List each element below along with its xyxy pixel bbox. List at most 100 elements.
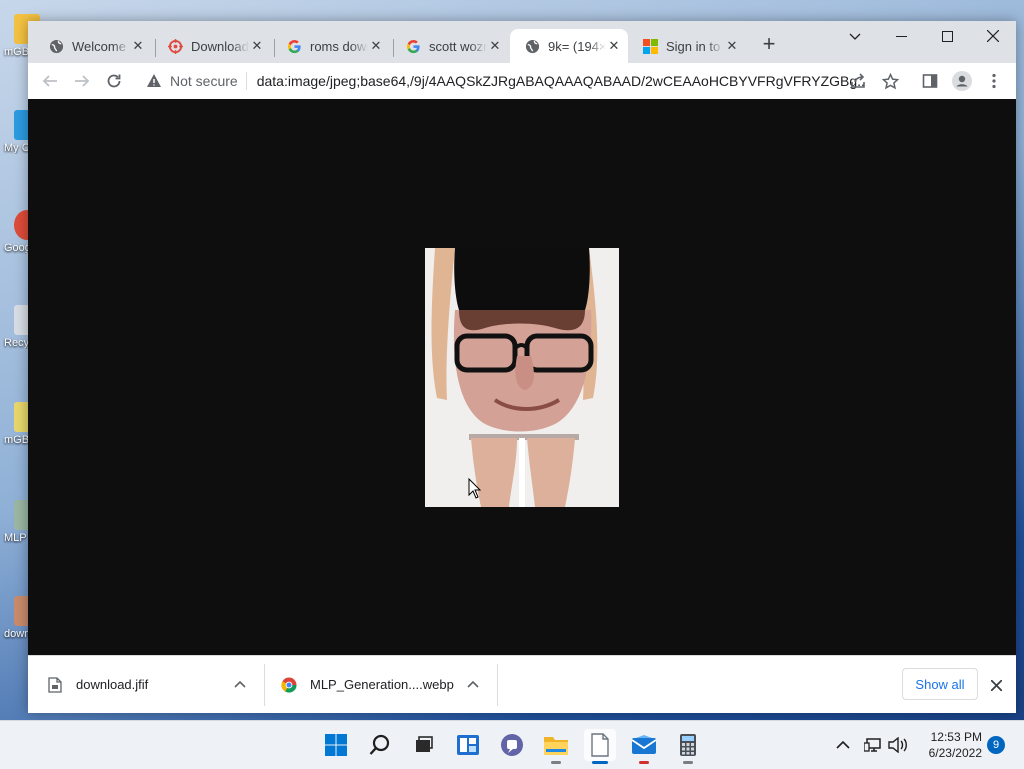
search-button[interactable] bbox=[364, 729, 396, 761]
close-tab-icon[interactable]: ✕ bbox=[368, 38, 384, 54]
tab-strip: Welcome to ✕ Download ✕ roms download ✕ bbox=[28, 21, 1016, 63]
network-icon bbox=[864, 738, 881, 752]
volume-icon-button[interactable] bbox=[888, 721, 908, 769]
teams-chat-button[interactable] bbox=[496, 729, 528, 761]
bookmark-button[interactable] bbox=[878, 69, 902, 93]
download-filename: MLP_Generation....webp bbox=[310, 677, 454, 692]
show-all-downloads-button[interactable]: Show all bbox=[902, 668, 978, 700]
document-icon bbox=[591, 733, 609, 757]
chevron-up-icon bbox=[836, 740, 850, 749]
mouse-cursor-icon bbox=[468, 478, 482, 499]
close-icon bbox=[990, 679, 1002, 691]
running-indicator bbox=[683, 761, 693, 764]
folder-icon bbox=[544, 737, 568, 755]
close-tab-icon[interactable]: ✕ bbox=[606, 38, 622, 54]
download-options-button[interactable] bbox=[232, 676, 248, 692]
site-info-button[interactable]: Not secure bbox=[134, 73, 246, 89]
volume-icon bbox=[888, 737, 907, 753]
target-icon bbox=[167, 38, 183, 54]
back-button[interactable] bbox=[38, 69, 62, 93]
security-label: Not secure bbox=[170, 73, 238, 89]
chevron-up-icon bbox=[234, 680, 246, 688]
close-tab-icon[interactable]: ✕ bbox=[487, 38, 503, 54]
warning-icon bbox=[147, 74, 161, 87]
maximize-icon bbox=[941, 30, 953, 42]
show-hidden-icons-button[interactable] bbox=[836, 721, 850, 769]
minimize-icon bbox=[895, 35, 907, 37]
download-shelf: download.jfif MLP_Generation....webp Sho… bbox=[28, 655, 1016, 713]
download-separator bbox=[497, 664, 498, 706]
globe-icon bbox=[48, 38, 64, 54]
maximize-button[interactable] bbox=[924, 21, 970, 51]
download-options-button[interactable] bbox=[465, 676, 481, 692]
star-icon bbox=[881, 72, 899, 89]
start-button[interactable] bbox=[320, 729, 352, 761]
running-indicator bbox=[551, 761, 561, 764]
close-tab-icon[interactable]: ✕ bbox=[249, 38, 265, 54]
google-icon bbox=[286, 38, 302, 54]
minimize-button[interactable] bbox=[878, 21, 924, 51]
search-icon bbox=[369, 734, 390, 755]
tab-image-active[interactable]: 9k= (194×259) ✕ bbox=[510, 29, 628, 63]
close-tab-icon[interactable]: ✕ bbox=[724, 38, 740, 54]
displayed-image[interactable] bbox=[425, 248, 619, 507]
profile-button[interactable] bbox=[950, 69, 974, 93]
tab-sign-in[interactable]: Sign in to your ✕ bbox=[628, 31, 746, 61]
chrome-icon bbox=[281, 677, 297, 693]
widgets-icon bbox=[457, 735, 479, 755]
address-bar[interactable]: Not secure data:image/jpeg;base64,/9j/4A… bbox=[134, 67, 864, 95]
notepad-button[interactable] bbox=[584, 729, 616, 764]
download-item-webp[interactable]: MLP_Generation....webp bbox=[281, 656, 471, 713]
chat-icon bbox=[501, 734, 523, 756]
calculator-icon bbox=[680, 734, 696, 756]
task-view-button[interactable] bbox=[408, 729, 440, 761]
omnibox-divider bbox=[245, 72, 247, 90]
kebab-menu-icon bbox=[992, 73, 996, 89]
page-viewport bbox=[28, 99, 1016, 655]
task-view-icon bbox=[416, 736, 433, 752]
side-panel-button[interactable] bbox=[918, 69, 942, 93]
running-indicator bbox=[592, 761, 608, 764]
arrow-right-icon bbox=[75, 75, 90, 87]
close-tab-icon[interactable]: ✕ bbox=[130, 38, 146, 54]
tab-download[interactable]: Download ✕ bbox=[153, 31, 271, 61]
forward-button[interactable] bbox=[70, 69, 94, 93]
file-explorer-button[interactable] bbox=[540, 729, 572, 764]
avatar-icon bbox=[952, 71, 972, 91]
url-text[interactable]: data:image/jpeg;base64,/9j/4AAQSkZJRgABA… bbox=[257, 73, 864, 89]
tab-search-button[interactable] bbox=[832, 21, 878, 51]
clock-time: 12:53 PM bbox=[930, 730, 982, 744]
tab-scott-wozniak[interactable]: scott wozniak ✕ bbox=[391, 31, 509, 61]
download-separator bbox=[264, 664, 265, 706]
calculator-button[interactable] bbox=[672, 729, 704, 764]
new-tab-button[interactable]: + bbox=[758, 33, 780, 56]
file-icon bbox=[48, 676, 62, 693]
widgets-button[interactable] bbox=[452, 729, 484, 761]
chevron-up-icon bbox=[467, 680, 479, 688]
menu-button[interactable] bbox=[982, 69, 1006, 93]
browser-toolbar: Not secure data:image/jpeg;base64,/9j/4A… bbox=[28, 63, 1016, 99]
mail-button[interactable] bbox=[628, 729, 660, 764]
google-icon bbox=[405, 38, 421, 54]
reload-button[interactable] bbox=[102, 69, 126, 93]
tab-roms-download[interactable]: roms download ✕ bbox=[272, 31, 390, 61]
notification-badge[interactable]: 9 bbox=[987, 736, 1005, 754]
close-icon bbox=[987, 30, 999, 42]
taskbar: 12:53 PM 6/23/2022 9 bbox=[0, 720, 1024, 769]
windows-logo-icon bbox=[325, 734, 347, 756]
share-icon bbox=[851, 73, 865, 88]
taskbar-clock[interactable]: 12:53 PM 6/23/2022 bbox=[916, 729, 982, 761]
globe-icon bbox=[524, 38, 540, 54]
browser-window: Welcome to ✕ Download ✕ roms download ✕ bbox=[28, 21, 1016, 713]
close-download-shelf-button[interactable] bbox=[986, 675, 1006, 695]
photo-illustration bbox=[425, 248, 619, 507]
download-item-jfif[interactable]: download.jfif bbox=[48, 656, 248, 713]
share-button[interactable] bbox=[846, 69, 870, 93]
close-window-button[interactable] bbox=[970, 21, 1016, 51]
chevron-down-icon bbox=[849, 33, 861, 40]
tab-welcome[interactable]: Welcome to ✕ bbox=[34, 31, 152, 61]
running-indicator bbox=[639, 761, 649, 764]
network-icon-button[interactable] bbox=[864, 721, 882, 769]
microsoft-icon bbox=[642, 38, 658, 54]
side-panel-icon bbox=[922, 74, 938, 88]
